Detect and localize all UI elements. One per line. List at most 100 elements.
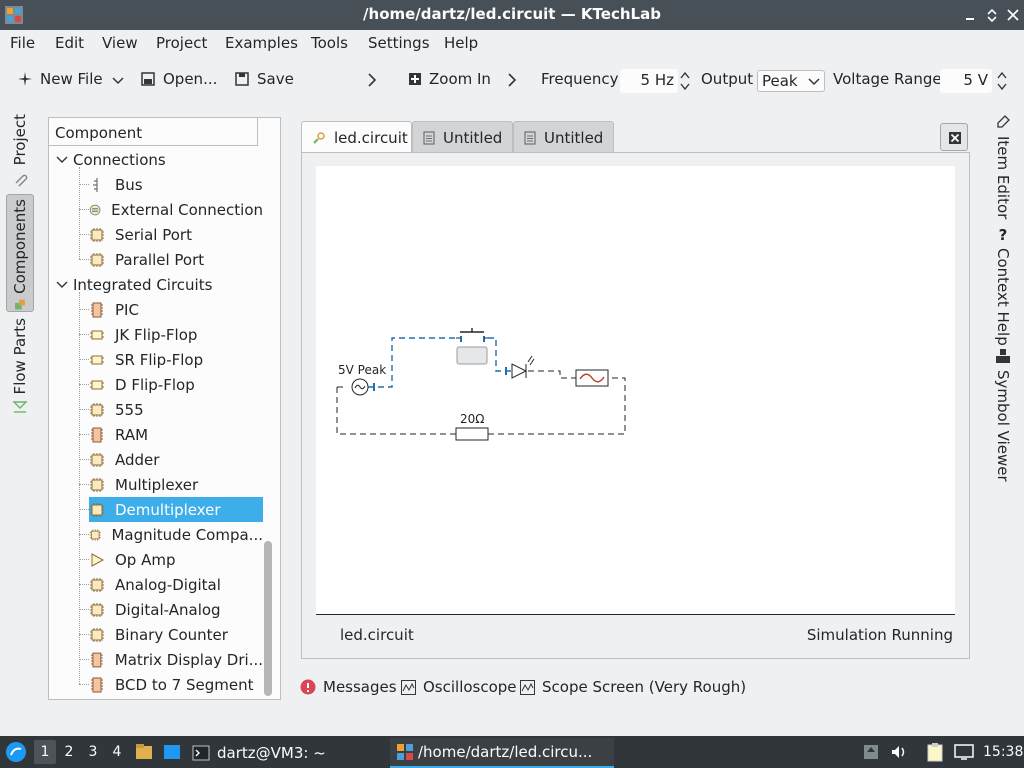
task-terminal[interactable]: dartz@VM3: ~ bbox=[192, 738, 372, 768]
desktop-1[interactable]: 1 bbox=[34, 740, 56, 764]
tree-scrollbar[interactable] bbox=[264, 541, 272, 696]
desktop-2[interactable]: 2 bbox=[58, 740, 80, 764]
tree-item[interactable]: 555 bbox=[89, 397, 263, 422]
minimize-button[interactable] bbox=[961, 6, 979, 24]
tab-project[interactable]: Project bbox=[6, 114, 34, 187]
status-divider bbox=[316, 614, 955, 615]
menu-edit[interactable]: Edit bbox=[55, 34, 84, 52]
title-bar: /home/dartz/led.circuit — KTechLab bbox=[0, 0, 1024, 30]
tab-oscilloscope[interactable]: Oscilloscope bbox=[401, 678, 517, 696]
voltage-range-spinbox[interactable]: 5 V bbox=[940, 69, 992, 93]
tree-item[interactable]: Matrix Display Dri... bbox=[89, 647, 263, 672]
component-header[interactable]: Component bbox=[49, 118, 258, 146]
tree-item[interactable]: Adder bbox=[89, 447, 263, 472]
component-icon bbox=[15, 299, 25, 310]
close-window-button[interactable] bbox=[1004, 6, 1022, 24]
tab-context-help[interactable]: ? Context Help bbox=[993, 226, 1013, 346]
start-menu-icon[interactable] bbox=[5, 741, 27, 763]
desktop-show-icon[interactable] bbox=[162, 742, 182, 762]
frequency-spinbox[interactable]: 5 Hz bbox=[620, 69, 678, 93]
push-switch[interactable] bbox=[456, 328, 488, 365]
spin-arrows-icon[interactable] bbox=[679, 69, 691, 93]
signal-display[interactable] bbox=[575, 369, 609, 387]
restore-icon bbox=[987, 8, 997, 23]
tree-item[interactable]: Digital-Analog bbox=[89, 597, 263, 622]
window-title: /home/dartz/led.circuit — KTechLab bbox=[363, 5, 661, 23]
opamp-icon bbox=[91, 552, 105, 567]
voltage-source[interactable] bbox=[351, 378, 369, 396]
resistor[interactable] bbox=[455, 427, 489, 441]
tab-context-help-label: Context Help bbox=[994, 248, 1012, 346]
tree-connector bbox=[79, 434, 89, 435]
clipboard-icon[interactable] bbox=[926, 742, 944, 762]
tab-untitled-1[interactable]: Untitled bbox=[412, 121, 513, 153]
tree-connector bbox=[79, 634, 89, 635]
tree-category[interactable]: Connections bbox=[55, 147, 166, 172]
tab-messages[interactable]: Messages bbox=[300, 678, 397, 696]
chip-icon bbox=[90, 602, 104, 617]
menu-help[interactable]: Help bbox=[444, 34, 478, 52]
chevron-down-icon[interactable] bbox=[55, 155, 69, 165]
menu-examples[interactable]: Examples bbox=[225, 34, 298, 52]
wire-led-out[interactable] bbox=[528, 370, 576, 379]
tree-item[interactable]: Multiplexer bbox=[89, 472, 263, 497]
tab-led-circuit[interactable]: led.circuit bbox=[301, 121, 412, 153]
menu-tools[interactable]: Tools bbox=[311, 34, 348, 52]
tab-components[interactable]: Components bbox=[6, 194, 34, 312]
zoom-in-button[interactable]: Zoom In bbox=[409, 70, 491, 88]
tree-item[interactable]: JK Flip-Flop bbox=[89, 322, 263, 347]
menu-settings[interactable]: Settings bbox=[368, 34, 430, 52]
tree-item[interactable]: External Connection bbox=[89, 197, 263, 222]
clock[interactable]: 15:38 bbox=[983, 744, 1023, 760]
tab-item-editor[interactable]: Item Editor bbox=[993, 114, 1013, 219]
chevron-down-icon[interactable] bbox=[112, 76, 124, 86]
tab-untitled-2[interactable]: Untitled bbox=[513, 121, 614, 153]
tree-item[interactable]: Binary Counter bbox=[89, 622, 263, 647]
led[interactable] bbox=[511, 355, 535, 379]
tree-item[interactable]: BCD to 7 Segment bbox=[89, 672, 263, 697]
tree-item[interactable]: Demultiplexer bbox=[89, 497, 263, 522]
circuit-canvas[interactable]: 5V Peak 20Ω bbox=[316, 166, 955, 614]
tree-item[interactable]: SR Flip-Flop bbox=[89, 347, 263, 372]
desktop-4[interactable]: 4 bbox=[106, 740, 128, 764]
chevron-right-icon[interactable] bbox=[367, 72, 377, 88]
tab-scope-screen[interactable]: Scope Screen (Very Rough) bbox=[520, 678, 746, 696]
open-button[interactable]: Open... bbox=[141, 70, 217, 88]
tree-item[interactable]: Magnitude Compa... bbox=[89, 522, 263, 547]
maximize-button[interactable] bbox=[983, 6, 1001, 24]
desktop-3[interactable]: 3 bbox=[82, 740, 104, 764]
chip-icon bbox=[90, 502, 104, 517]
volume-icon[interactable] bbox=[890, 743, 908, 761]
menu-bar: File Edit View Project Examples Tools Se… bbox=[0, 30, 1024, 58]
tree-item[interactable]: Serial Port bbox=[89, 222, 263, 247]
wire-live[interactable] bbox=[368, 337, 512, 388]
save-button[interactable]: Save bbox=[235, 70, 294, 88]
output-combobox[interactable]: Peak bbox=[757, 70, 825, 92]
left-dock-tabs: Project Components Flow Parts bbox=[6, 110, 36, 420]
chevron-right-icon[interactable] bbox=[507, 72, 517, 88]
tab-symbol-viewer[interactable]: Symbol Viewer bbox=[993, 348, 1013, 482]
updates-icon[interactable] bbox=[862, 743, 880, 761]
component-tree: Connections Bus External Connection Serial … bbox=[49, 147, 264, 699]
new-file-button[interactable]: New File bbox=[18, 70, 103, 88]
chevron-down-icon[interactable] bbox=[55, 280, 69, 290]
tree-item[interactable]: Op Amp bbox=[89, 547, 263, 572]
document-icon bbox=[423, 130, 435, 145]
tree-item[interactable]: Parallel Port bbox=[89, 247, 263, 272]
menu-project[interactable]: Project bbox=[156, 34, 207, 52]
close-tab-button[interactable] bbox=[940, 123, 968, 151]
tree-item[interactable]: RAM bbox=[89, 422, 263, 447]
file-manager-icon[interactable] bbox=[134, 742, 154, 762]
tree-item[interactable]: Analog-Digital bbox=[89, 572, 263, 597]
tree-item-label: Analog-Digital bbox=[115, 575, 221, 594]
tree-item[interactable]: Bus bbox=[89, 172, 263, 197]
sparkle-icon bbox=[18, 72, 32, 86]
network-icon[interactable] bbox=[954, 743, 974, 761]
tree-item[interactable]: D Flip-Flop bbox=[89, 372, 263, 397]
spin-arrows-icon[interactable] bbox=[996, 69, 1008, 93]
task-ktechlab[interactable]: /home/dartz/led.circu... bbox=[390, 738, 614, 768]
menu-file[interactable]: File bbox=[10, 34, 35, 52]
tree-item[interactable]: PIC bbox=[89, 297, 263, 322]
menu-view[interactable]: View bbox=[102, 34, 138, 52]
tab-flow-parts[interactable]: Flow Parts bbox=[6, 318, 34, 414]
